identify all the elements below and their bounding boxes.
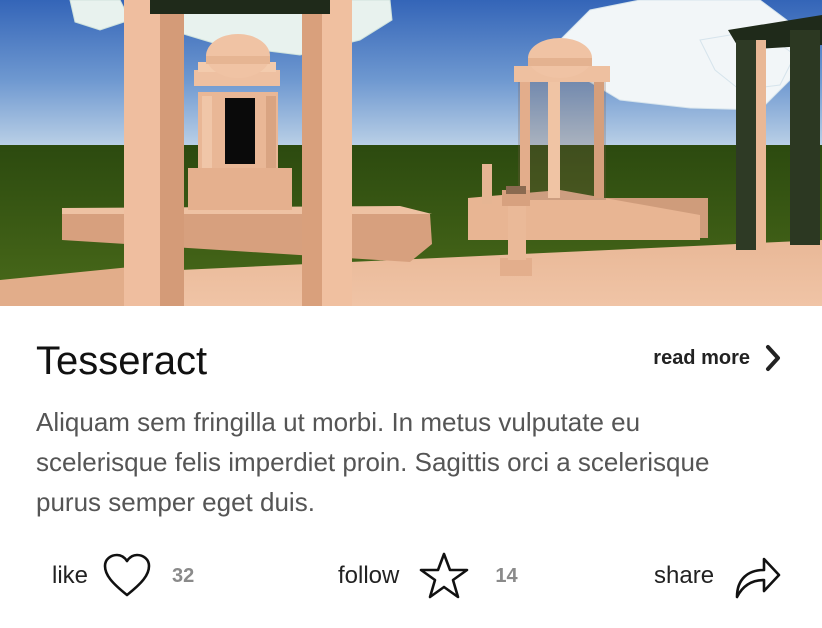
follow-button[interactable]: follow 14	[338, 548, 518, 604]
card-actions: like 32 follow 14 share	[0, 548, 822, 604]
like-count: 32	[172, 564, 195, 587]
like-label: like	[52, 562, 89, 589]
share-label: share	[654, 562, 715, 589]
share-arrow-icon	[734, 553, 782, 599]
chevron-right-icon	[764, 344, 782, 372]
heart-outline-icon	[102, 553, 152, 599]
like-button[interactable]: like 32	[52, 548, 194, 604]
read-more-link[interactable]: read more	[653, 344, 782, 372]
card-description: Aliquam sem fringilla ut morbi. In metus…	[36, 407, 710, 517]
read-more-label: read more	[653, 346, 750, 369]
follow-label: follow	[338, 562, 400, 589]
share-button[interactable]: share	[654, 548, 782, 604]
card-hero-image	[0, 0, 822, 306]
scene-illustration	[0, 0, 822, 306]
star-outline-icon	[419, 552, 469, 600]
card-title: Tesseract	[36, 339, 208, 383]
follow-count: 14	[495, 564, 518, 587]
